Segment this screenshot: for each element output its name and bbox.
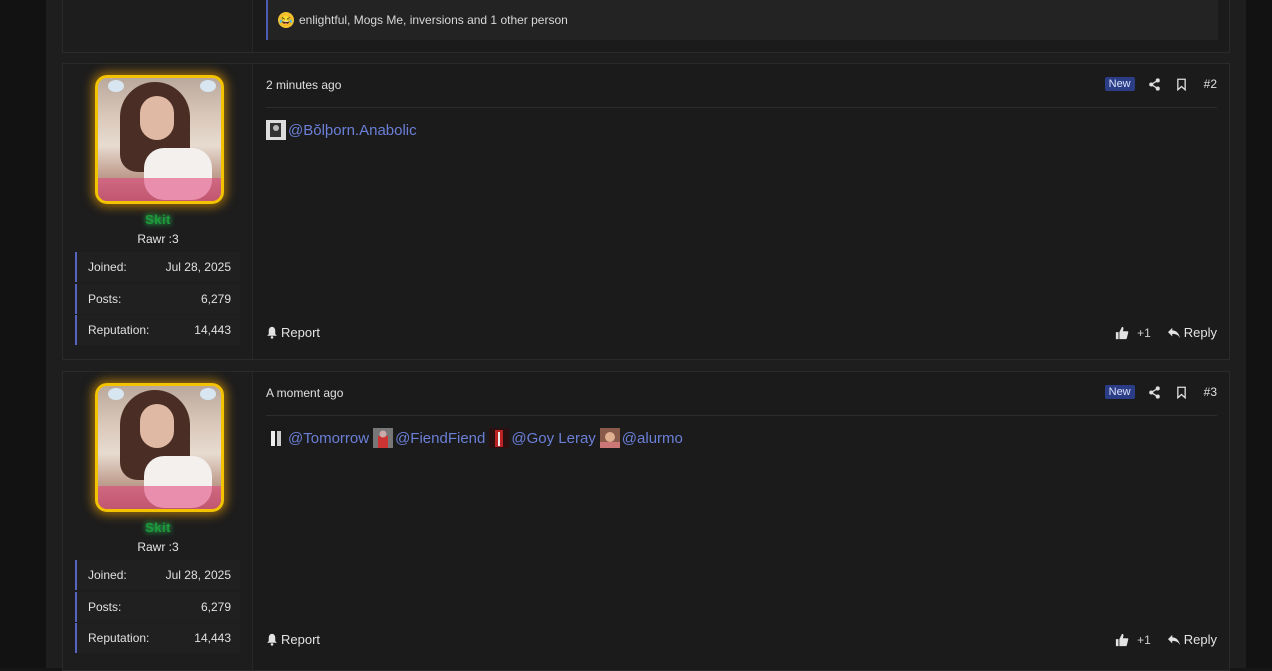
mention-avatar-icon	[489, 428, 510, 448]
post-actions: New #2	[1104, 76, 1217, 92]
like-button[interactable]: +1	[1115, 633, 1151, 647]
avatar[interactable]	[95, 75, 224, 204]
reply-icon	[1167, 327, 1180, 338]
mention-text[interactable]: @Bŏlþorn.Anabolic	[288, 122, 417, 139]
mention-text[interactable]: @alurmo	[622, 430, 683, 447]
new-badge: New	[1104, 77, 1135, 91]
post: Skit Rawr :3 Joined: Jul 28, 2025 Posts:…	[62, 371, 1230, 671]
post-number[interactable]: #3	[1204, 385, 1217, 399]
mention-avatar-icon	[373, 428, 394, 448]
user-mention[interactable]: @Goy Leray	[489, 428, 596, 448]
report-button[interactable]: Report	[266, 632, 320, 647]
stat-label: Reputation:	[88, 323, 150, 337]
avatar[interactable]	[95, 383, 224, 512]
reactions-bar[interactable]: 😂 enlightful, Mogs Me, inversions and 1 …	[266, 0, 1218, 40]
report-label[interactable]: Report	[281, 632, 320, 647]
post-actions: New #3	[1104, 384, 1217, 400]
page-gutter-left	[0, 0, 46, 668]
stat-label: Joined:	[88, 260, 127, 274]
stat-joined: Joined: Jul 28, 2025	[75, 560, 240, 590]
stat-label: Posts:	[88, 600, 122, 614]
report-button[interactable]: Report	[266, 325, 320, 340]
post-number[interactable]: #2	[1204, 77, 1217, 91]
username[interactable]: Skit	[63, 520, 253, 535]
stat-value: 6,279	[200, 600, 231, 614]
stat-posts: Posts: 6,279	[75, 284, 240, 314]
stat-value: 14,443	[194, 631, 231, 645]
post-divider	[266, 415, 1217, 416]
mention-avatar-icon	[266, 428, 286, 448]
stat-joined: Joined: Jul 28, 2025	[75, 252, 240, 282]
reply-label[interactable]: Reply	[1184, 632, 1217, 647]
post-time[interactable]: A moment ago	[266, 386, 343, 400]
mention-avatar-icon	[266, 120, 286, 140]
like-count: +1	[1137, 632, 1151, 647]
post-body: @Bŏlþorn.Anabolic	[266, 120, 421, 140]
post-body: @Tomorrow @FiendFiend @Goy Leray @alurmo	[266, 428, 687, 448]
username[interactable]: Skit	[63, 212, 253, 227]
stat-value: 6,279	[200, 292, 231, 306]
stat-value: 14,443	[194, 323, 231, 337]
user-title: Rawr :3	[137, 540, 179, 554]
post-main: 2 minutes ago New #2 @Bŏlþorn.Anabolic R…	[266, 64, 1217, 359]
like-button[interactable]: +1	[1115, 326, 1151, 340]
stat-label: Joined:	[88, 568, 127, 582]
stat-label: Reputation:	[88, 631, 150, 645]
user-mention[interactable]: @Tomorrow	[266, 428, 369, 448]
post-footer: Report +1 Reply	[266, 325, 1217, 340]
bell-icon	[267, 633, 277, 646]
stat-label: Posts:	[88, 292, 122, 306]
mention-text[interactable]: @FiendFiend	[395, 430, 485, 447]
stat-value: Jul 28, 2025	[165, 260, 231, 274]
user-title: Rawr :3	[137, 232, 179, 246]
thumbs-up-icon	[1115, 326, 1129, 339]
new-badge: New	[1104, 385, 1135, 399]
mention-text[interactable]: @Tomorrow	[288, 430, 369, 447]
share-icon[interactable]	[1147, 384, 1163, 400]
post-user-column: Skit Rawr :3 Joined: Jul 28, 2025 Posts:…	[63, 372, 253, 670]
bookmark-icon[interactable]	[1174, 384, 1190, 400]
reply-label[interactable]: Reply	[1184, 325, 1217, 340]
mention-avatar-icon	[599, 428, 620, 448]
stat-value: Jul 28, 2025	[165, 568, 231, 582]
laughing-emoji-icon: 😂	[278, 12, 294, 28]
post: Skit Rawr :3 Joined: Jul 28, 2025 Posts:…	[62, 63, 1230, 360]
post-time[interactable]: 2 minutes ago	[266, 78, 341, 92]
mention-text[interactable]: @Goy Leray	[511, 430, 595, 447]
user-mention[interactable]: @Bŏlþorn.Anabolic	[266, 120, 417, 140]
post-divider	[266, 107, 1217, 108]
user-mention[interactable]: @alurmo	[599, 428, 683, 448]
previous-post-user-column	[63, 0, 253, 52]
stat-posts: Posts: 6,279	[75, 592, 240, 622]
stat-reputation: Reputation: 14,443	[75, 315, 240, 345]
bell-icon	[267, 326, 277, 339]
post-user-column: Skit Rawr :3 Joined: Jul 28, 2025 Posts:…	[63, 64, 253, 359]
reply-icon	[1167, 634, 1180, 645]
page-gutter-right	[1246, 0, 1272, 668]
post-footer: Report +1 Reply	[266, 632, 1217, 647]
share-icon[interactable]	[1147, 76, 1163, 92]
reply-button[interactable]: Reply	[1167, 632, 1217, 647]
thumbs-up-icon	[1115, 633, 1129, 646]
stat-reputation: Reputation: 14,443	[75, 623, 240, 653]
report-label[interactable]: Report	[281, 325, 320, 340]
reactions-text[interactable]: enlightful, Mogs Me, inversions and 1 ot…	[299, 13, 568, 27]
post-main: A moment ago New #3 @Tomorrow @FiendFien…	[266, 372, 1217, 670]
like-count: +1	[1137, 325, 1151, 340]
reply-button[interactable]: Reply	[1167, 325, 1217, 340]
user-mention[interactable]: @FiendFiend	[373, 428, 485, 448]
previous-post: 😂 enlightful, Mogs Me, inversions and 1 …	[62, 0, 1230, 53]
bookmark-icon[interactable]	[1174, 76, 1190, 92]
